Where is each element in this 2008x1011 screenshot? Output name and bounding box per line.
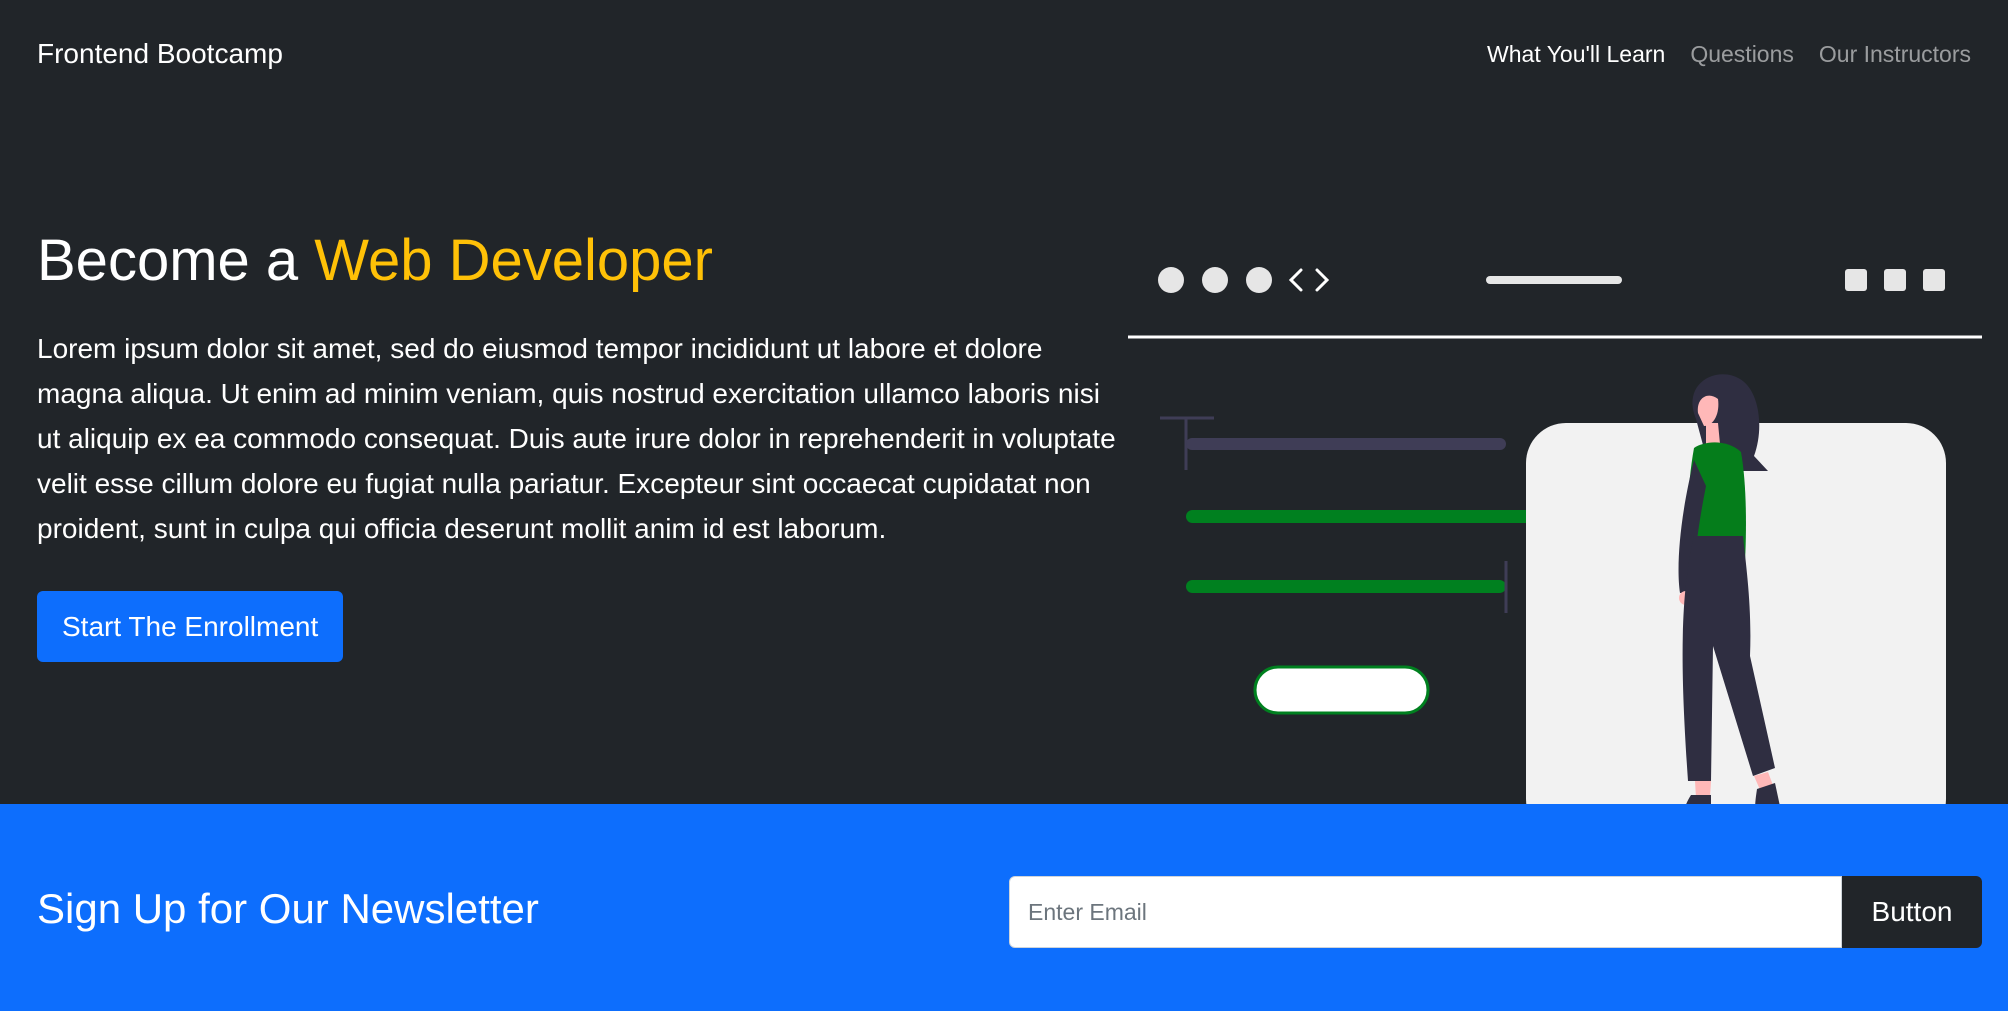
hero-lead-paragraph: Lorem ipsum dolor sit amet, sed do eiusm…	[37, 332, 1116, 544]
neck	[1706, 423, 1720, 444]
email-input[interactable]	[1009, 876, 1842, 948]
window-square-icon	[1845, 269, 1867, 291]
hero-section: Become a Web Developer Lorem ipsum dolor…	[0, 108, 2008, 839]
newsletter-section: Sign Up for Our Newsletter Button	[0, 804, 2008, 1011]
window-dot-icon	[1158, 267, 1184, 293]
newsletter-title: Sign Up for Our Newsletter	[37, 885, 539, 932]
start-enrollment-button[interactable]: Start The Enrollment	[37, 590, 344, 662]
gray-content-bar	[1186, 438, 1506, 450]
nav-link-what-youll-learn[interactable]: What You'll Learn	[1487, 41, 1665, 68]
hero-title-accent: Web Developer	[314, 228, 713, 293]
window-dot-icon	[1202, 267, 1228, 293]
hero-title-prefix: Become a	[37, 228, 315, 293]
nav-links: What You'll Learn Questions Our Instruct…	[1487, 41, 1971, 68]
window-dot-icon	[1246, 267, 1272, 293]
window-square-icon	[1923, 269, 1945, 291]
browser-toolbar	[1158, 267, 1945, 293]
brand-link[interactable]: Frontend Bootcamp	[37, 38, 283, 70]
web-developer-illustration	[1128, 267, 1982, 839]
navbar: Frontend Bootcamp What You'll Learn Ques…	[0, 0, 2008, 108]
newsletter-submit-button[interactable]: Button	[1842, 876, 1982, 948]
address-bar	[1486, 276, 1622, 284]
code-brackets-icon	[1288, 268, 1330, 292]
nav-link-questions[interactable]: Questions	[1690, 41, 1794, 68]
window-square-icon	[1884, 269, 1906, 291]
hero-text: Become a Web Developer Lorem ipsum dolor…	[37, 226, 1117, 662]
newsletter-form: Button	[1009, 876, 1982, 948]
pill-shape	[1253, 665, 1430, 715]
hero-title: Become a Web Developer	[37, 226, 1117, 296]
nav-link-our-instructors[interactable]: Our Instructors	[1819, 41, 1971, 68]
green-content-bar	[1186, 580, 1506, 593]
